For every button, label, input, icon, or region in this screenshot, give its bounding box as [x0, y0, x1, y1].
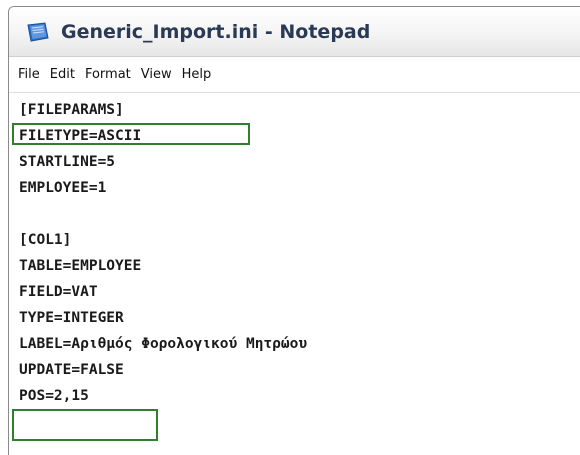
notepad-window: Generic_Import.ini - Notepad File Edit F… [8, 6, 580, 455]
menu-format[interactable]: Format [80, 67, 136, 82]
menu-bar: File Edit Format View Help [9, 57, 580, 93]
editor-line-highlighted: POS=2,15 [19, 388, 89, 404]
text-editor[interactable]: [FILEPARAMS] FILETYPE=ASCII STARTLINE=5 … [9, 93, 580, 441]
editor-line: LABEL=Αριθμός Φορολογικού Μητρώου [19, 336, 308, 352]
menu-edit[interactable]: Edit [45, 67, 80, 82]
notepad-icon [25, 21, 51, 43]
editor-line: [FILEPARAMS] [19, 102, 124, 118]
highlight-box-filetype [12, 123, 250, 145]
window-title: Generic_Import.ini - Notepad [61, 20, 371, 43]
editor-line: EMPLOYEE=1 [19, 180, 107, 196]
menu-view[interactable]: View [136, 67, 177, 82]
menu-help[interactable]: Help [177, 67, 217, 82]
title-bar[interactable]: Generic_Import.ini - Notepad [9, 7, 580, 57]
editor-line: FIELD=VAT [19, 284, 98, 300]
menu-file[interactable]: File [13, 67, 45, 82]
editor-line-empty [19, 201, 580, 227]
editor-line: TYPE=INTEGER [19, 310, 124, 326]
editor-line: UPDATE=FALSE [19, 362, 124, 378]
editor-line: STARTLINE=5 [19, 154, 116, 170]
highlight-box-pos [12, 409, 158, 441]
editor-line: TABLE=EMPLOYEE [19, 258, 142, 274]
editor-line: [COL1] [19, 232, 72, 248]
